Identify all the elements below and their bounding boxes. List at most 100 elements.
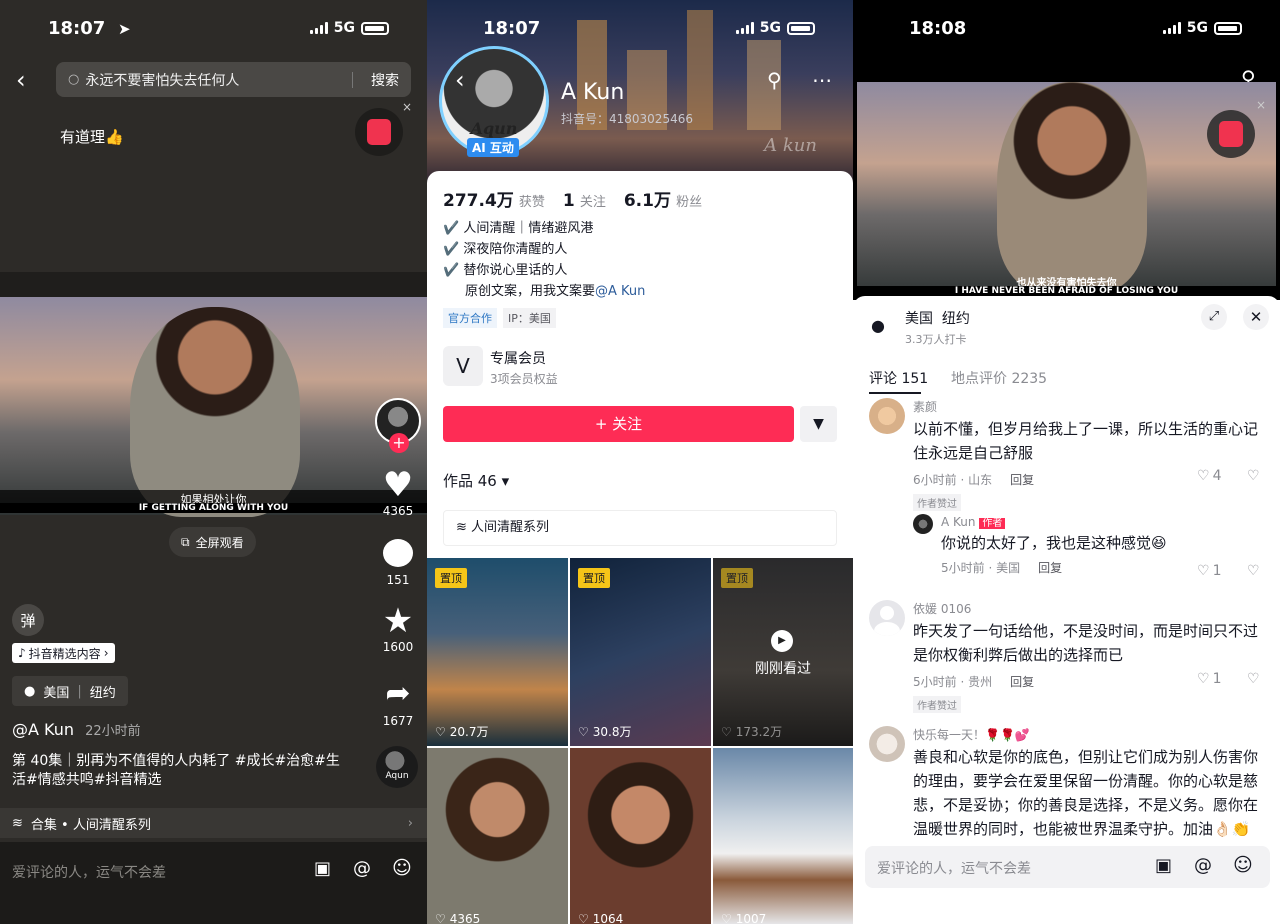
video-player[interactable]: 如果相处让你 IF GETTING ALONG WITH YOU (0, 297, 427, 517)
stat-likes[interactable]: 277.4万 获赞 (443, 186, 545, 211)
bio: ✔️ 人间清醒｜情绪避风港 ✔️ 深夜陪你清醒的人 ✔️ 替你说心里话的人 原创… (443, 221, 646, 299)
video-caption: 第 40集｜别再为不值得的人内耗了 #成长#治愈#生活#情感共鸣#抖音精选 (12, 753, 340, 788)
layers-icon: ≋ (12, 815, 23, 831)
like-button[interactable]: ♡ 1 (1197, 563, 1221, 579)
banner-signature: A kun (764, 135, 817, 156)
battery-icon (1214, 21, 1242, 35)
close-icon[interactable]: × (402, 100, 412, 114)
heart-outline-icon: ♡ (435, 724, 446, 739)
comment-bar: 爱评论的人，运气不会差 ▣ @ ☺ (0, 842, 427, 924)
collection-bar[interactable]: ≋ 合集 • 人间清醒系列 › (0, 808, 427, 838)
red-packet-button[interactable] (1207, 110, 1255, 158)
share-icon: ➦ (385, 676, 411, 711)
mention-icon[interactable]: @ (1194, 855, 1212, 876)
avatar[interactable] (869, 398, 905, 434)
red-packet-icon (367, 119, 391, 145)
heart-outline-icon: ♡ (721, 724, 732, 739)
member-title[interactable]: 专属会员 (490, 348, 546, 368)
comment-input[interactable]: 爱评论的人，运气不会差 (12, 862, 166, 882)
douyin-id[interactable]: 抖音号：41803025466 (561, 110, 693, 127)
danmu-toggle[interactable]: 弹 (12, 604, 44, 636)
like-button[interactable]: ♡ 4 (1197, 468, 1221, 484)
dropdown-button[interactable]: ▼ (800, 406, 837, 442)
image-icon[interactable]: ▣ (314, 858, 331, 879)
profile-panel: A kun 18:07 5G Aqun AI 互动 ‹ A Kun 抖音号：41… (427, 0, 853, 924)
video-tile[interactable]: ♡ 1007 (713, 748, 853, 924)
like-button[interactable]: ♡ 1 (1197, 671, 1221, 687)
author-handle[interactable]: @A Kun 22小时前 (12, 720, 141, 739)
tab-reviews[interactable]: 地点评价 2235 (951, 368, 1047, 388)
video-tile[interactable]: ♡ 1064 (570, 748, 711, 924)
status-bar: 18:07 5G (427, 18, 853, 42)
stat-following[interactable]: 1 关注 (563, 191, 606, 211)
tab-comments[interactable]: 评论 151 (869, 368, 928, 388)
back-icon[interactable]: ‹ (16, 66, 26, 94)
comment-input[interactable]: 爱评论的人，运气不会差 ▣ @ ☺ (865, 846, 1270, 888)
more-icon[interactable]: ⋯ (812, 68, 832, 92)
bio-mention[interactable]: @A Kun (595, 284, 645, 299)
post-time: 22小时前 (85, 724, 141, 739)
follow-button[interactable]: + 关注 (443, 406, 794, 442)
heart-outline-icon: ♡ (1197, 468, 1210, 484)
status-bar: 18:07 ➤ 5G (0, 18, 427, 42)
works-tab[interactable]: 作品 46 ▾ (443, 470, 509, 491)
location-arrow-icon: ➤ (118, 20, 131, 38)
avatar[interactable] (913, 514, 933, 534)
video-tile[interactable]: 置顶 ▶ 刚刚看过 ♡ 173.2万 (713, 558, 853, 746)
ai-badge: AI 互动 (467, 138, 519, 157)
close-icon[interactable]: × (1256, 98, 1266, 112)
dislike-icon[interactable]: ♡ (1247, 468, 1260, 484)
subtitle-en: IF GETTING ALONG WITH YOU (0, 503, 427, 513)
battery-icon (361, 21, 389, 35)
video-tile[interactable]: 置顶 ♡ 20.7万 (427, 558, 568, 746)
emoji-icon[interactable]: ☺ (392, 857, 412, 879)
top-comment: 有道理👍 (60, 128, 124, 146)
video-player[interactable]: 也从来没有害怕失去你 I HAVE NEVER BEEN AFRAID OF L… (857, 82, 1276, 296)
search-input[interactable]: ○ 永远不要害怕失去任何人 搜索 (56, 62, 411, 97)
stat-followers[interactable]: 6.1万 粉丝 (624, 186, 702, 211)
heart-outline-icon: ♡ (1197, 563, 1210, 579)
comment-item: 依媛 0106 昨天发了一句话给他，不是没时间，而是时间只不过是你权衡利弊后做出… (913, 602, 1259, 713)
share-button[interactable]: ➦ 1677 (378, 674, 418, 728)
red-packet-button[interactable] (355, 108, 403, 156)
avatar[interactable] (869, 600, 905, 636)
ip-tag: IP：美国 (503, 308, 556, 328)
search-icon[interactable]: ⚲ (767, 68, 782, 92)
status-time: 18:07 (48, 18, 106, 39)
search-icon: ○ (68, 72, 80, 87)
emoji-icon[interactable]: ☺ (1233, 854, 1253, 876)
expand-icon[interactable]: ⤢ (1201, 304, 1227, 330)
back-icon[interactable]: ‹ (455, 66, 465, 94)
location-tag[interactable]: ● 美国 | 纽约 (12, 676, 128, 706)
star-icon: ★ (382, 601, 414, 641)
like-button[interactable]: ♥ 4365 (378, 466, 418, 518)
series-entry[interactable]: ≋ 人间清醒系列 (443, 510, 837, 546)
video-tile[interactable]: ♡ 4365 (427, 748, 568, 924)
official-tag: 官方合作 (443, 308, 497, 328)
red-packet-icon (1219, 121, 1243, 147)
signal-icon (1162, 22, 1181, 34)
battery-icon (787, 21, 815, 35)
featured-badge[interactable]: ♪ 抖音精选内容 › (12, 643, 115, 663)
video-tile[interactable]: 置顶 ♡ 30.8万 (570, 558, 711, 746)
follow-plus-icon[interactable]: + (389, 433, 409, 453)
search-button[interactable]: 搜索 (359, 70, 411, 90)
fullscreen-button[interactable]: ⧉ 全屏观看 (169, 527, 256, 557)
location-pin-icon: ● (24, 683, 36, 699)
image-icon[interactable]: ▣ (1155, 855, 1172, 876)
comment-icon (383, 539, 413, 567)
member-icon: V (443, 346, 483, 386)
favorite-button[interactable]: ★ 1600 (378, 602, 418, 654)
close-sheet-icon[interactable]: ✕ (1243, 304, 1269, 330)
avatar[interactable] (869, 726, 905, 762)
mention-icon[interactable]: @ (353, 858, 371, 879)
video-subject (130, 307, 300, 517)
music-disc[interactable]: Aqun (376, 746, 418, 788)
comment-button[interactable]: 151 (378, 536, 418, 587)
author-tag: 作者 (979, 518, 1006, 529)
member-sub: 3项会员权益 (490, 372, 558, 386)
dislike-icon[interactable]: ♡ (1247, 563, 1260, 579)
dislike-icon[interactable]: ♡ (1247, 671, 1260, 687)
network-type: 5G (333, 20, 355, 36)
place-name[interactable]: 美国 纽约 (905, 308, 970, 328)
